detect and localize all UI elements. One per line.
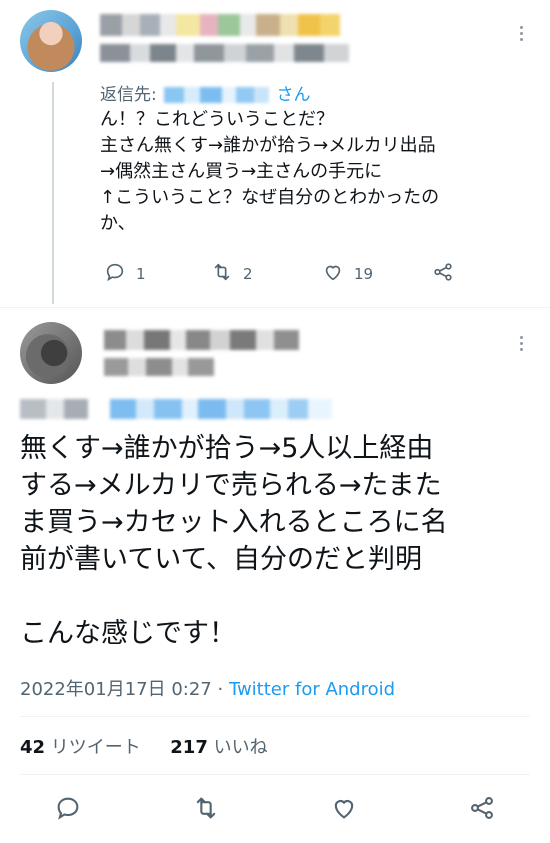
retweet-icon: [211, 261, 233, 287]
divider: [0, 307, 550, 308]
reply-tweet-text: ん！？これどういうことだ？ 主さん無くす→誰かが拾う→メルカリ出品 →偶然主さん…: [100, 109, 440, 234]
likes-count: 217: [170, 737, 208, 758]
heart-icon[interactable]: [330, 794, 358, 822]
retweets-stat[interactable]: 42 リツイート: [20, 737, 141, 758]
retweet-icon[interactable]: [192, 794, 220, 822]
main-tweet-text: 無くす→誰かが拾う→5人以上経由 する→メルカリで売られる→たまた ま買う→カセ…: [20, 433, 448, 649]
engagement-stats: 42 リツイート 217 いいね: [20, 733, 268, 759]
reply-to-handle-blurred[interactable]: [164, 87, 270, 103]
retweets-label: リツイート: [50, 737, 141, 758]
thread-connector-line: [52, 82, 54, 304]
retweet-count: 2: [243, 265, 253, 283]
share-action[interactable]: [432, 261, 454, 287]
heart-icon: [322, 261, 344, 287]
tweet-meta: 2022年01月17日 0:27 · Twitter for Android: [20, 675, 395, 701]
reply-to-label: 返信先: さん: [100, 80, 311, 105]
more-vertical-icon[interactable]: [520, 336, 524, 354]
reply-action[interactable]: 1: [104, 261, 146, 287]
handle-blurred: [100, 44, 355, 62]
avatar[interactable]: [20, 322, 82, 384]
like-action[interactable]: 19: [322, 261, 373, 287]
avatar[interactable]: [20, 10, 82, 72]
more-vertical-icon[interactable]: [520, 26, 524, 44]
retweet-action[interactable]: 2: [211, 261, 253, 287]
likes-stat[interactable]: 217 いいね: [170, 737, 267, 758]
reply-icon: [104, 261, 126, 287]
reply-to-prefix: 返信先:: [100, 85, 157, 105]
divider: [20, 716, 530, 717]
retweets-count: 42: [20, 737, 46, 758]
like-count: 19: [354, 265, 374, 283]
reply-count: 1: [136, 265, 146, 283]
reply-icon[interactable]: [54, 794, 82, 822]
display-name-blurred[interactable]: [100, 14, 390, 36]
reply-to-suffix[interactable]: さん: [277, 85, 311, 105]
share-icon[interactable]: [468, 794, 496, 822]
likes-label: いいね: [213, 737, 268, 758]
display-name-blurred[interactable]: [104, 330, 299, 350]
timestamp[interactable]: 2022年01月17日 0:27 ·: [20, 679, 229, 700]
reply-to-line-blurred[interactable]: [20, 399, 332, 419]
handle-blurred: [104, 358, 214, 376]
source-link[interactable]: Twitter for Android: [229, 679, 395, 700]
divider: [20, 774, 530, 775]
share-icon: [432, 261, 454, 287]
